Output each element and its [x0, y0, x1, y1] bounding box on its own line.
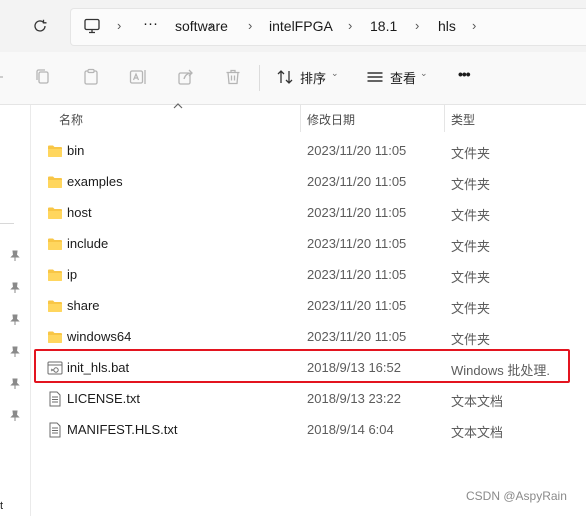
watermark: CSDN @AspyRain	[466, 489, 567, 503]
column-header: 名称 修改日期 类型	[31, 103, 586, 132]
toolbar-divider	[259, 65, 260, 91]
file-row[interactable]: MANIFEST.HLS.txt 2018/9/14 6:04 文本文档	[31, 415, 586, 446]
folder-icon	[47, 205, 63, 221]
file-type: 文件夹	[451, 208, 491, 223]
address-bar: › ··· › software › intelFPGA › 18.1 › hl…	[0, 0, 586, 52]
folder-icon	[47, 236, 63, 252]
text-file-icon	[47, 422, 63, 438]
file-name: MANIFEST.HLS.txt	[67, 422, 178, 437]
file-row[interactable]: include 2023/11/20 11:05 文件夹	[31, 229, 586, 260]
chevron-down-icon[interactable]: ⌄	[420, 68, 428, 79]
column-name[interactable]: 名称	[59, 111, 83, 128]
navigation-pane	[0, 105, 31, 516]
column-divider[interactable]	[300, 105, 301, 132]
breadcrumb-software[interactable]: software	[175, 18, 228, 34]
text-file-icon	[47, 391, 63, 407]
file-date-modified: 2023/11/20 11:05	[307, 174, 407, 189]
chevron-right-icon[interactable]: ›	[248, 18, 252, 33]
file-date-modified: 2018/9/13 23:22	[307, 391, 401, 406]
sort-icon[interactable]	[276, 68, 294, 86]
file-row[interactable]: bin 2023/11/20 11:05 文件夹	[31, 136, 586, 167]
folder-icon	[47, 267, 63, 283]
view-button[interactable]: 查看	[390, 68, 416, 87]
folder-icon	[47, 174, 63, 190]
cut-icon[interactable]	[0, 68, 4, 86]
chevron-right-icon[interactable]: ›	[415, 18, 419, 33]
file-name: bin	[67, 143, 85, 158]
pin-icon[interactable]	[9, 250, 21, 262]
file-row[interactable]: share 2023/11/20 11:05 文件夹	[31, 291, 586, 322]
file-row[interactable]: host 2023/11/20 11:05 文件夹	[31, 198, 586, 229]
file-type: 文件夹	[451, 239, 491, 254]
highlight-box	[34, 349, 570, 383]
file-name: share	[67, 298, 100, 313]
folder-icon	[47, 298, 63, 314]
chevron-right-icon[interactable]: ›	[348, 18, 352, 33]
column-divider[interactable]	[444, 105, 445, 132]
pin-icon[interactable]	[9, 346, 21, 358]
column-type[interactable]: 类型	[451, 111, 475, 128]
file-type: 文本文档	[451, 425, 504, 440]
file-row[interactable]: LICENSE.txt 2018/9/13 23:22 文本文档	[31, 384, 586, 415]
breadcrumb[interactable]: › ··· › software › intelFPGA › 18.1 › hl…	[70, 8, 586, 46]
command-bar: 排序 ⌄ 查看 ⌄ •••	[0, 52, 586, 105]
file-date-modified: 2023/11/20 11:05	[307, 267, 407, 282]
file-date-modified: 2023/11/20 11:05	[307, 236, 407, 251]
pin-icon[interactable]	[9, 314, 21, 326]
nav-item-partial-label[interactable]: t	[0, 500, 3, 512]
file-type: 文件夹	[451, 301, 491, 316]
pin-icon[interactable]	[9, 410, 21, 422]
sort-ascending-icon	[173, 103, 183, 109]
more-locations-icon[interactable]: ···	[143, 15, 158, 32]
more-options-button[interactable]: •••	[458, 66, 471, 82]
breadcrumb-hls[interactable]: hls	[438, 18, 456, 34]
file-date-modified: 2023/11/20 11:05	[307, 298, 407, 313]
copy-icon[interactable]	[34, 68, 52, 86]
share-icon[interactable]	[177, 68, 195, 86]
rename-icon[interactable]	[129, 68, 147, 86]
pin-icon[interactable]	[9, 378, 21, 390]
sort-button[interactable]: 排序	[300, 68, 326, 87]
delete-icon[interactable]	[224, 68, 242, 86]
paste-icon[interactable]	[82, 68, 100, 86]
file-row[interactable]: examples 2023/11/20 11:05 文件夹	[31, 167, 586, 198]
nav-divider	[0, 223, 14, 224]
file-type: 文件夹	[451, 146, 491, 161]
file-type: 文件夹	[451, 177, 491, 192]
file-name: LICENSE.txt	[67, 391, 140, 406]
column-date-modified[interactable]: 修改日期	[307, 111, 355, 128]
pin-icon[interactable]	[9, 282, 21, 294]
file-name: examples	[67, 174, 123, 189]
file-name: host	[67, 205, 92, 220]
file-type: 文本文档	[451, 394, 504, 409]
folder-icon	[47, 329, 63, 345]
file-date-modified: 2023/11/20 11:05	[307, 205, 407, 220]
computer-icon[interactable]	[83, 18, 101, 39]
file-type: 文件夹	[451, 270, 491, 285]
file-date-modified: 2023/11/20 11:05	[307, 329, 407, 344]
file-name: ip	[67, 267, 78, 282]
breadcrumb-intelfpga[interactable]: intelFPGA	[269, 18, 333, 34]
breadcrumb-18-1[interactable]: 18.1	[370, 18, 397, 34]
file-type: 文件夹	[451, 332, 491, 347]
chevron-right-icon[interactable]: ›	[117, 18, 121, 33]
view-icon[interactable]	[366, 68, 384, 86]
file-name: include	[67, 236, 109, 251]
chevron-down-icon[interactable]: ⌄	[331, 68, 339, 79]
folder-icon	[47, 143, 63, 159]
file-name: windows64	[67, 329, 132, 344]
chevron-right-icon[interactable]: ›	[472, 18, 476, 33]
file-row[interactable]: ip 2023/11/20 11:05 文件夹	[31, 260, 586, 291]
file-date-modified: 2023/11/20 11:05	[307, 143, 407, 158]
file-date-modified: 2018/9/14 6:04	[307, 422, 394, 437]
refresh-icon[interactable]	[26, 13, 54, 39]
